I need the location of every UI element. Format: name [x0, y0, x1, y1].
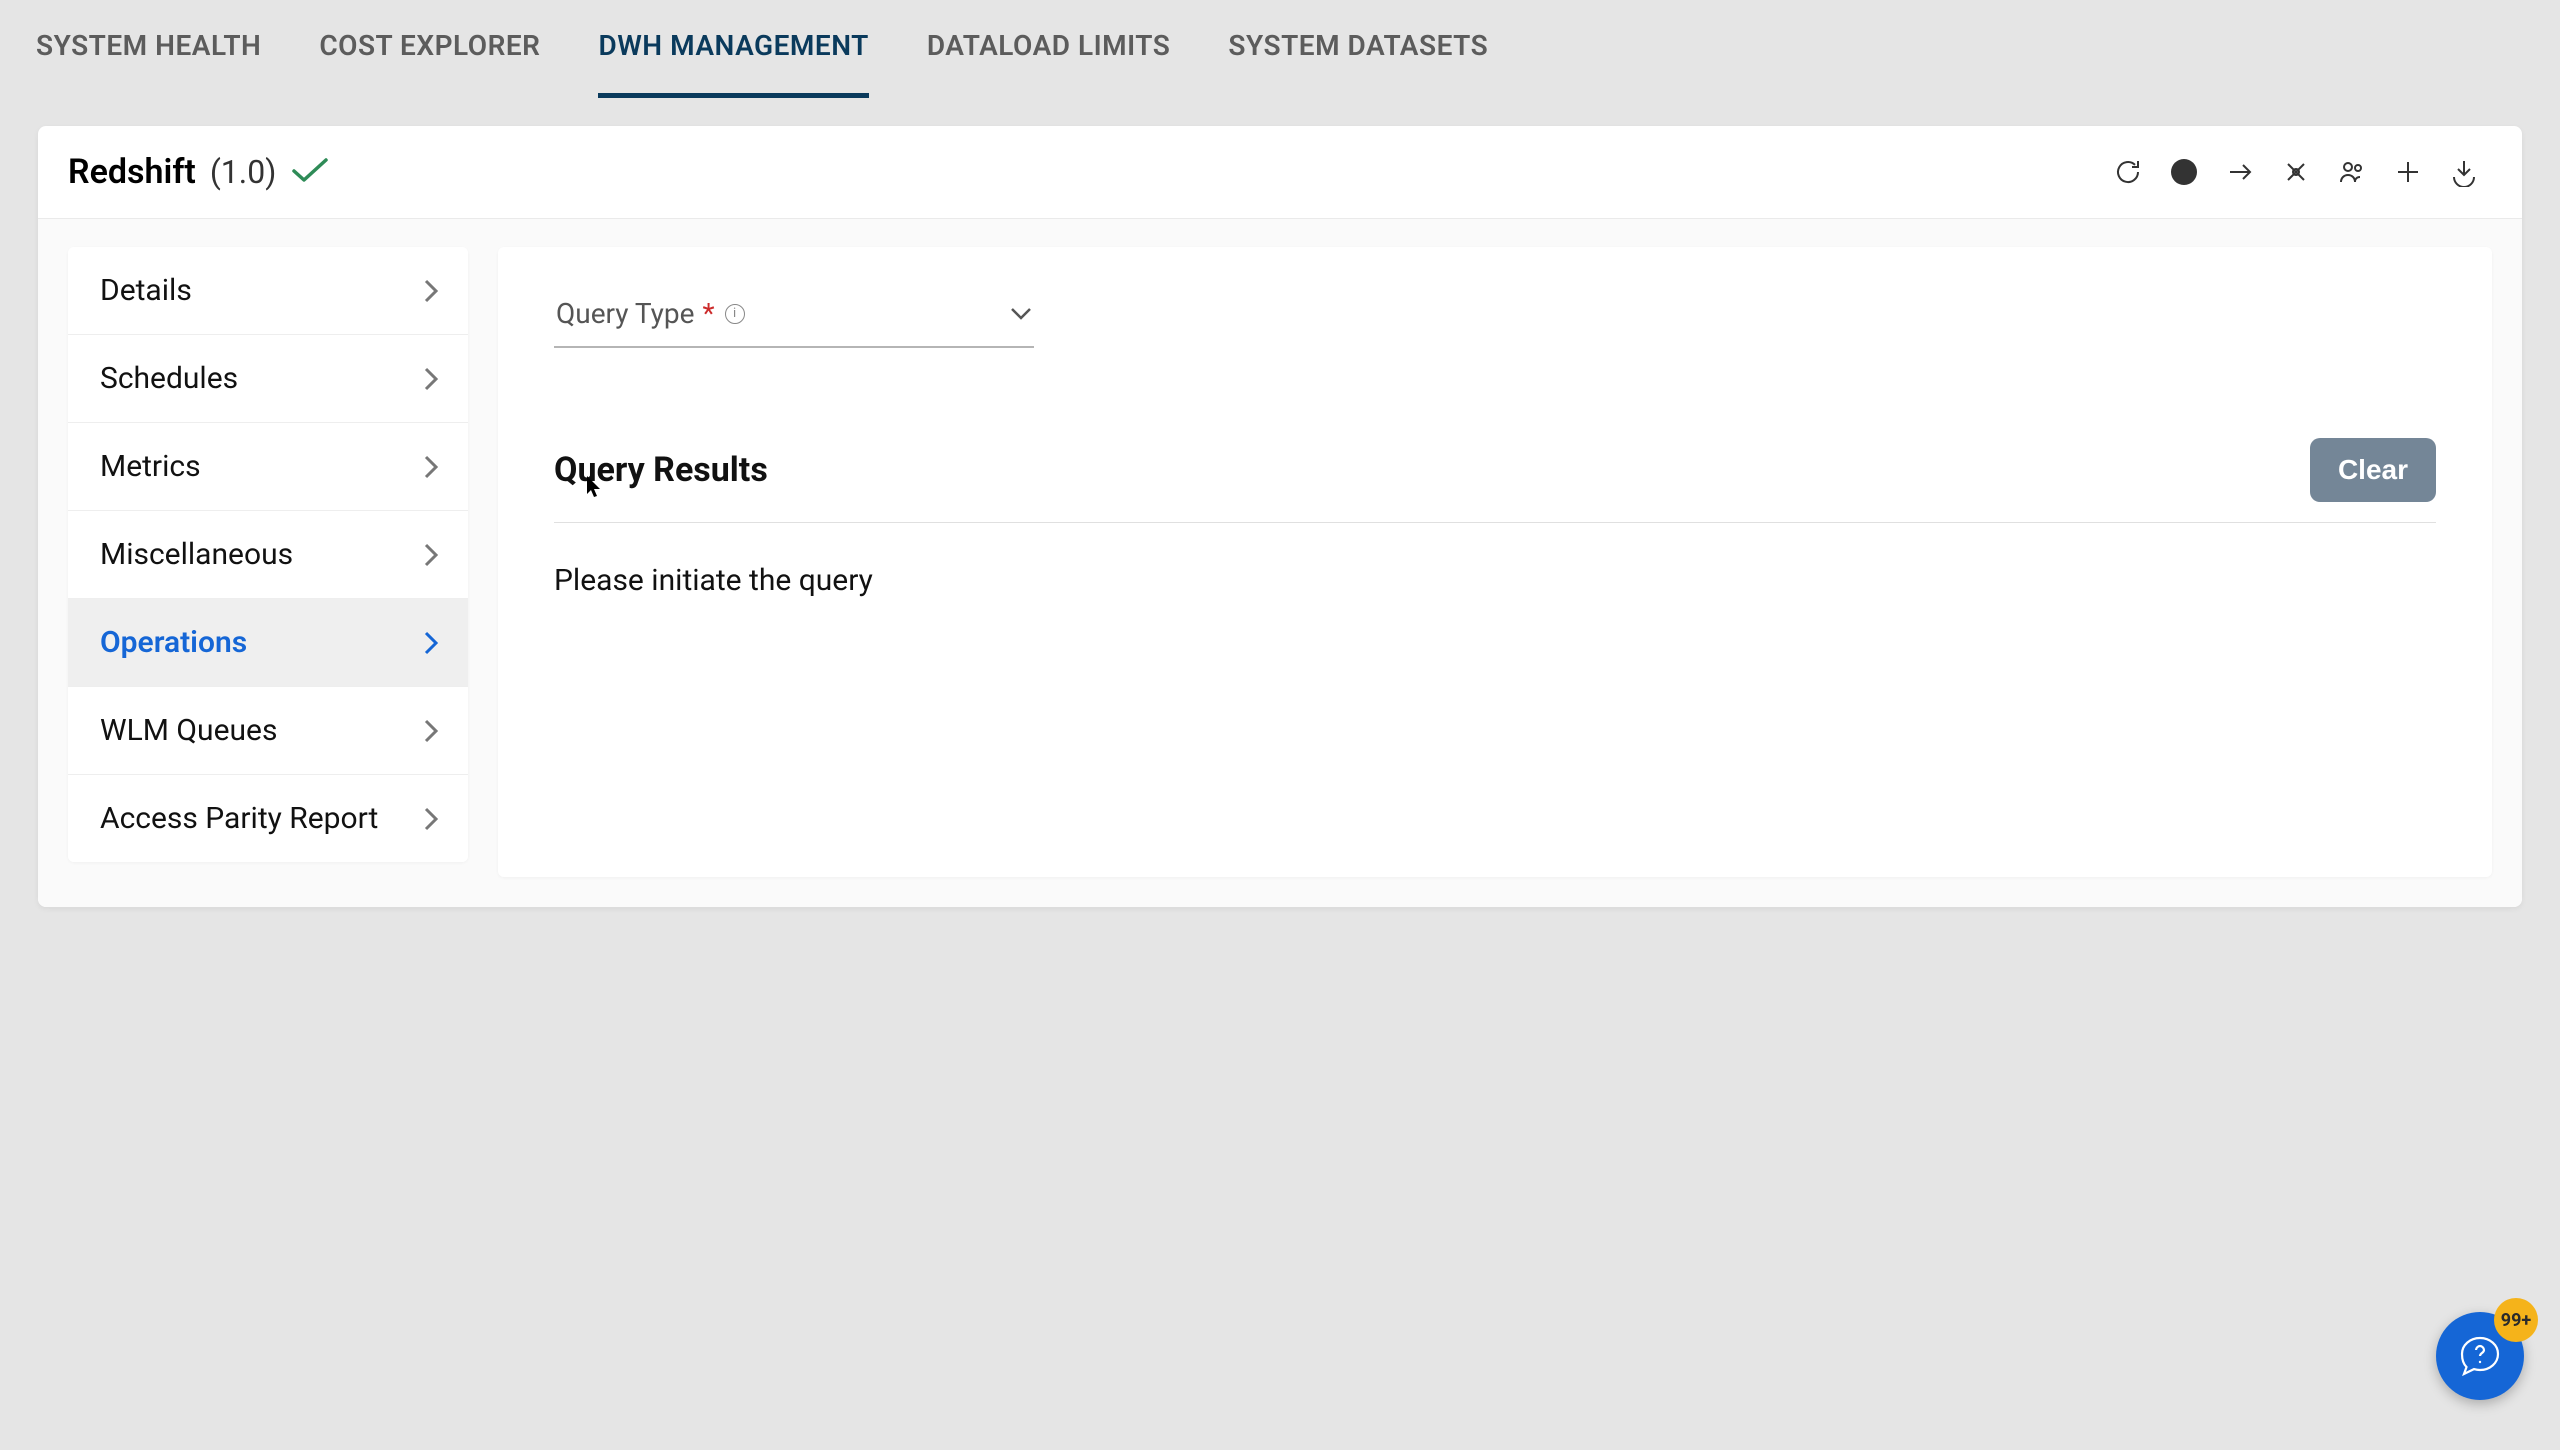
query-type-label-text: Query Type	[556, 297, 694, 330]
chevron-right-icon	[422, 805, 440, 833]
chevron-right-icon	[422, 365, 440, 393]
sidebar-item-label: WLM Queues	[100, 713, 277, 748]
chevron-right-icon	[422, 453, 440, 481]
tab-system-datasets[interactable]: SYSTEM DATASETS	[1228, 29, 1488, 68]
sidebar-item-wlm-queues[interactable]: WLM Queues	[68, 687, 468, 775]
chat-help-icon	[2456, 1332, 2504, 1380]
clear-button[interactable]: Clear	[2310, 438, 2436, 502]
download-icon[interactable]	[2446, 154, 2482, 190]
fab-badge: 99+	[2494, 1298, 2538, 1342]
help-fab[interactable]: 99+	[2436, 1312, 2524, 1400]
sidebar: Details Schedules Metrics Miscellaneous …	[68, 247, 468, 862]
page-version: (1.0)	[210, 153, 277, 191]
status-dot-icon[interactable]	[2166, 154, 2202, 190]
query-type-select[interactable]: Query Type * i	[554, 287, 1034, 348]
sidebar-item-access-parity-report[interactable]: Access Parity Report	[68, 775, 468, 862]
card-header: Redshift (1.0)	[38, 126, 2522, 219]
tab-label: SYSTEM DATASETS	[1228, 29, 1488, 62]
chevron-down-icon	[1010, 307, 1032, 321]
sidebar-item-label: Access Parity Report	[100, 801, 378, 836]
chevron-right-icon	[422, 629, 440, 657]
sidebar-item-label: Miscellaneous	[100, 537, 293, 572]
checkmark-icon	[290, 155, 330, 189]
chevron-right-icon	[422, 541, 440, 569]
results-body: Please initiate the query	[554, 563, 2436, 598]
arrow-right-icon[interactable]	[2222, 154, 2258, 190]
tab-system-health[interactable]: SYSTEM HEALTH	[36, 29, 261, 68]
top-tabs: SYSTEM HEALTH COST EXPLORER DWH MANAGEME…	[0, 0, 2560, 96]
page-title: Redshift	[68, 152, 196, 192]
plus-icon[interactable]	[2390, 154, 2426, 190]
tab-cost-explorer[interactable]: COST EXPLORER	[319, 29, 540, 68]
chevron-right-icon	[422, 717, 440, 745]
chevron-right-icon	[422, 277, 440, 305]
tab-label: DATALOAD LIMITS	[927, 29, 1171, 62]
query-type-label: Query Type * i	[556, 297, 745, 330]
tab-dwh-management[interactable]: DWH MANAGEMENT	[598, 29, 868, 68]
info-icon: i	[725, 304, 745, 324]
tab-label: COST EXPLORER	[319, 29, 540, 62]
sidebar-item-miscellaneous[interactable]: Miscellaneous	[68, 511, 468, 599]
results-title: Query Results	[554, 450, 768, 490]
sidebar-item-label: Schedules	[100, 361, 238, 396]
card-body: Details Schedules Metrics Miscellaneous …	[38, 219, 2522, 907]
sidebar-item-metrics[interactable]: Metrics	[68, 423, 468, 511]
sidebar-item-label: Operations	[100, 625, 247, 660]
sidebar-item-details[interactable]: Details	[68, 247, 468, 335]
main-card: Redshift (1.0)	[38, 126, 2522, 907]
tab-label: DWH MANAGEMENT	[598, 29, 868, 62]
card-title-wrap: Redshift (1.0)	[68, 152, 330, 192]
content-panel: Query Type * i Query Results Clear Pleas…	[498, 247, 2492, 877]
tab-dataload-limits[interactable]: DATALOAD LIMITS	[927, 29, 1171, 68]
sidebar-item-label: Metrics	[100, 449, 201, 484]
header-toolbar	[2110, 154, 2482, 190]
sidebar-item-label: Details	[100, 273, 192, 308]
required-asterisk: *	[702, 297, 714, 330]
sidebar-item-operations[interactable]: Operations	[68, 599, 468, 687]
refresh-icon[interactable]	[2110, 154, 2146, 190]
users-icon[interactable]	[2334, 154, 2370, 190]
sidebar-item-schedules[interactable]: Schedules	[68, 335, 468, 423]
tools-icon[interactable]	[2278, 154, 2314, 190]
results-header: Query Results Clear	[554, 438, 2436, 523]
tab-label: SYSTEM HEALTH	[36, 29, 261, 62]
